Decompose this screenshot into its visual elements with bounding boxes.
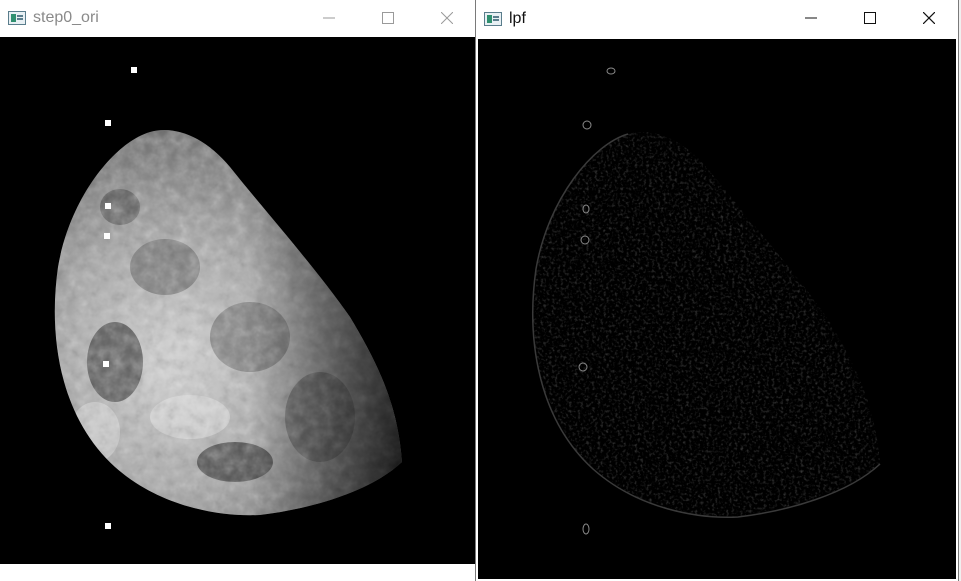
marker-ring bbox=[582, 120, 592, 130]
marker-ring bbox=[606, 67, 616, 75]
filtered-moon-image bbox=[532, 67, 881, 535]
maximize-icon bbox=[382, 12, 394, 24]
marker-point bbox=[105, 523, 111, 529]
window-title: step0_ori bbox=[33, 9, 99, 26]
titlebar[interactable]: step0_ori bbox=[0, 0, 475, 36]
marker-point bbox=[104, 233, 110, 239]
window-step0-ori[interactable]: step0_ori bbox=[0, 0, 475, 568]
maximize-button[interactable] bbox=[365, 0, 411, 36]
close-button[interactable] bbox=[424, 0, 470, 36]
minimize-button[interactable] bbox=[788, 0, 834, 36]
desktop-background bbox=[0, 568, 475, 581]
marker-point bbox=[105, 203, 111, 209]
marker-point bbox=[131, 67, 137, 73]
minimize-icon bbox=[323, 17, 335, 19]
original-image bbox=[0, 37, 475, 564]
opencv-window-icon bbox=[8, 11, 26, 25]
titlebar[interactable]: lpf bbox=[476, 0, 958, 38]
window-title: lpf bbox=[509, 10, 526, 27]
marker-ring bbox=[582, 523, 590, 535]
maximize-icon bbox=[864, 12, 876, 24]
lpf-image bbox=[478, 39, 956, 579]
close-button[interactable] bbox=[906, 0, 952, 36]
moon-image bbox=[54, 67, 403, 529]
minimize-button[interactable] bbox=[306, 0, 352, 36]
minimize-icon bbox=[805, 17, 817, 19]
window-lpf[interactable]: lpf bbox=[475, 0, 959, 581]
maximize-button[interactable] bbox=[847, 0, 893, 36]
close-icon bbox=[441, 12, 453, 24]
opencv-window-icon bbox=[484, 12, 502, 26]
close-icon bbox=[923, 12, 935, 24]
marker-point bbox=[105, 120, 111, 126]
marker-point bbox=[103, 361, 109, 367]
